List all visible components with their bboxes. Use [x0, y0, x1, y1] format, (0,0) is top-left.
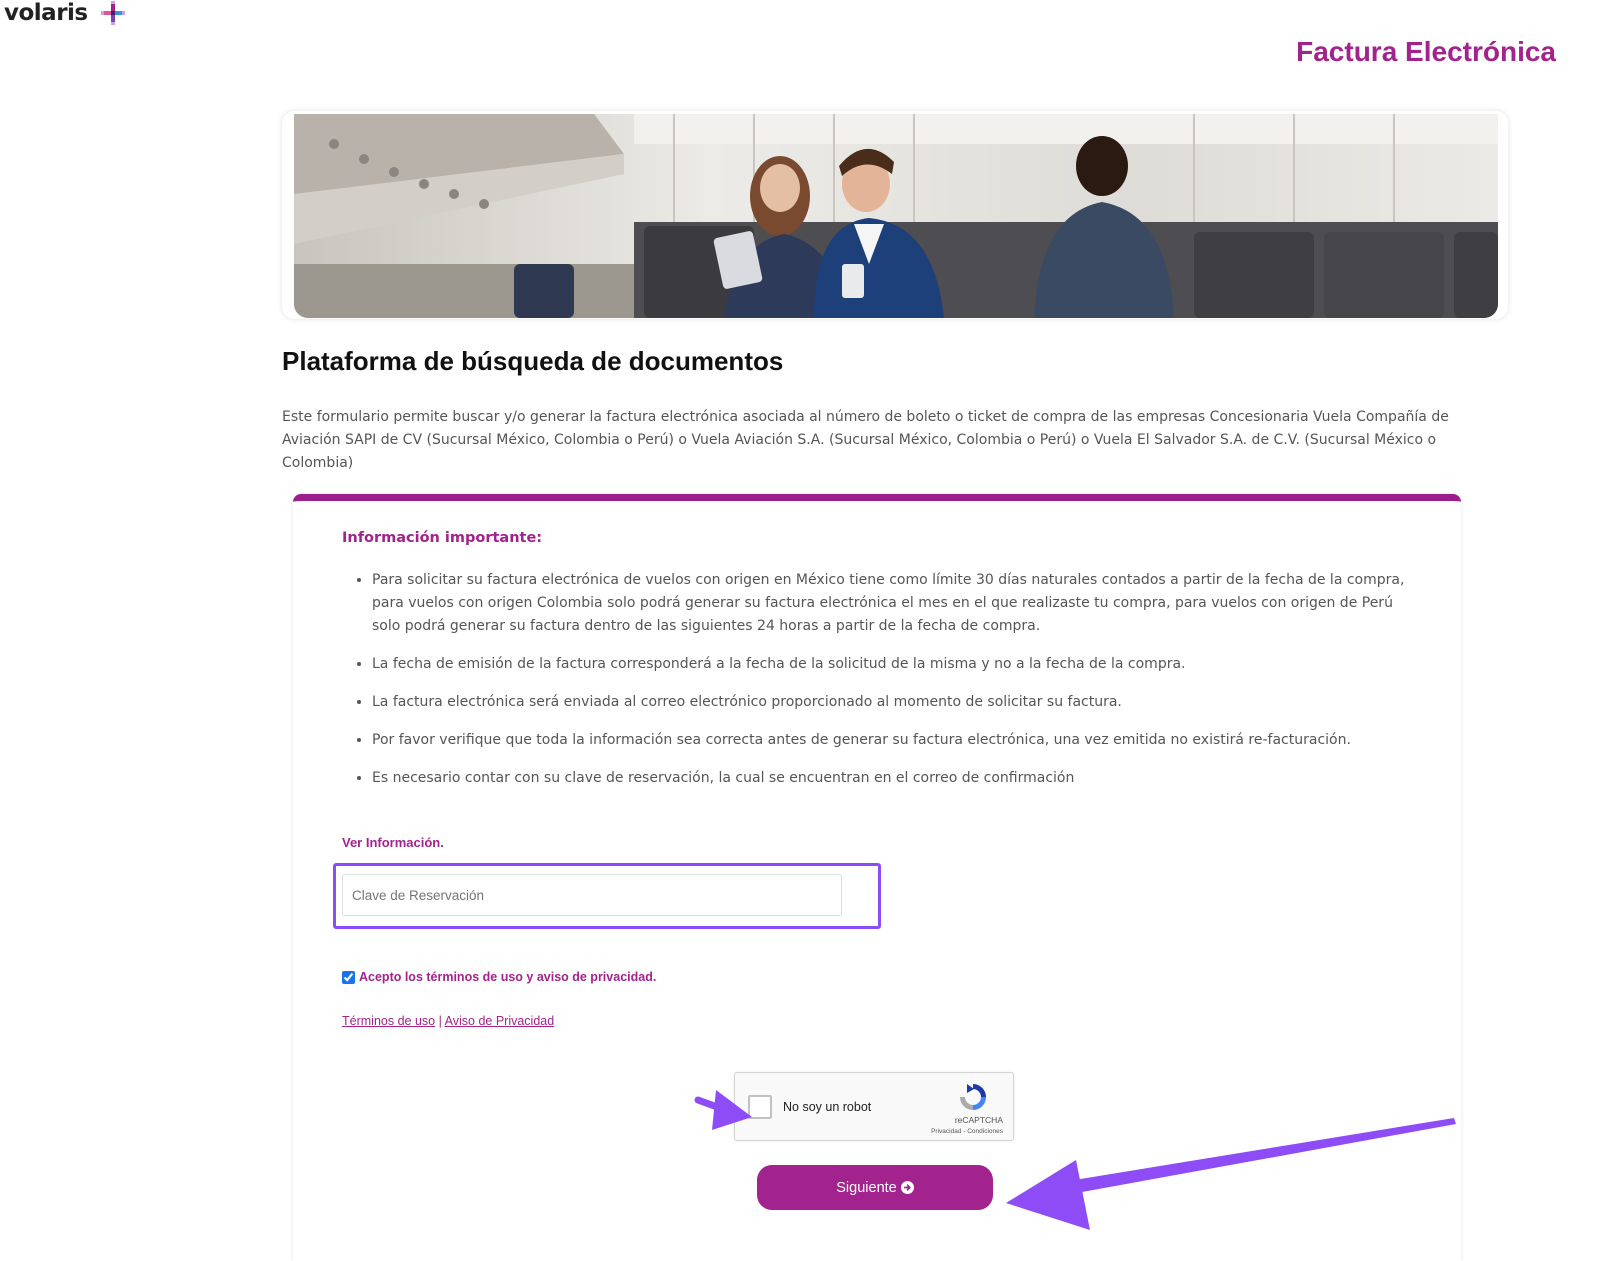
page-heading: Factura Electrónica	[1296, 36, 1556, 67]
info-item: La factura electrónica será enviada al c…	[372, 691, 1412, 714]
next-button-label: Siguiente	[836, 1179, 897, 1196]
recaptcha-label: No soy un robot	[783, 1100, 872, 1114]
recaptcha-widget: No soy un robot reCAPTCHA Privacidad - C…	[734, 1072, 1014, 1141]
info-item: Para solicitar su factura electrónica de…	[372, 569, 1412, 638]
info-item: Por favor verifique que toda la informac…	[372, 729, 1412, 752]
recaptcha-icon	[957, 1081, 989, 1118]
info-item: La fecha de emisión de la factura corres…	[372, 653, 1412, 676]
section-label: Ver Información.	[342, 835, 444, 850]
hero-banner	[282, 111, 1508, 319]
terms-checkbox[interactable]	[342, 970, 355, 984]
volaris-plus-icon	[100, 0, 126, 26]
terms-link[interactable]: Términos de uso	[342, 1014, 435, 1028]
logo-text: volaris	[4, 0, 88, 26]
info-card: Información importante: Para solicitar s…	[293, 494, 1461, 1261]
link-separator: |	[438, 1014, 442, 1028]
arrow-circle-right-icon	[900, 1181, 914, 1194]
hero-image	[294, 114, 1498, 318]
info-item: Es necesario contar con su clave de rese…	[372, 767, 1412, 790]
page-title: Plataforma de búsqueda de documentos	[282, 346, 784, 376]
recaptcha-brand: reCAPTCHA	[954, 1115, 1003, 1125]
info-list: Para solicitar su factura electrónica de…	[342, 569, 1412, 805]
next-button[interactable]: Siguiente	[757, 1165, 993, 1210]
legal-links: Términos de uso | Aviso de Privacidad	[342, 1014, 554, 1028]
info-title: Información importante:	[342, 530, 543, 546]
terms-row: Acepto los términos de uso y aviso de pr…	[342, 970, 656, 984]
terms-label[interactable]: Acepto los términos de uso y aviso de pr…	[359, 970, 656, 984]
volaris-logo[interactable]: volaris	[4, 0, 126, 26]
reservation-code-input[interactable]	[342, 874, 842, 916]
intro-paragraph: Este formulario permite buscar y/o gener…	[282, 409, 1449, 471]
recaptcha-checkbox[interactable]	[748, 1095, 772, 1119]
privacy-link[interactable]: Aviso de Privacidad	[445, 1014, 555, 1028]
recaptcha-legal[interactable]: Privacidad - Condiciones	[931, 1128, 1003, 1135]
